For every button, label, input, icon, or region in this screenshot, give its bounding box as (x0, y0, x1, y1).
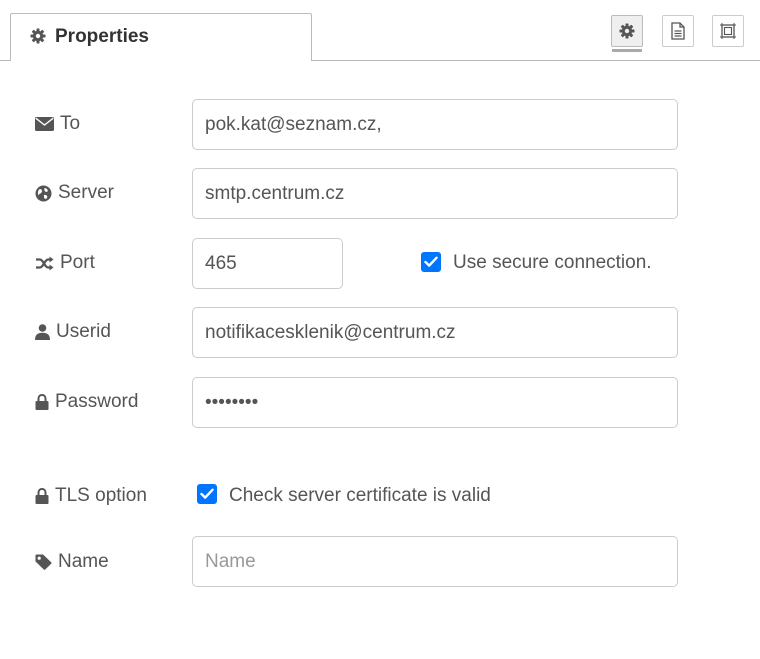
globe-icon (35, 185, 52, 201)
userid-input[interactable] (192, 307, 678, 358)
secure-connection-label: Use secure connection. (453, 252, 652, 273)
password-label: Password (35, 391, 138, 413)
tab-bar: Properties (0, 0, 760, 61)
port-label: Port (35, 252, 95, 274)
secure-connection-checkbox[interactable] (421, 252, 441, 272)
tag-icon (35, 554, 52, 570)
to-input[interactable] (192, 99, 678, 150)
checkmark-icon (424, 256, 438, 267)
lock-icon (35, 394, 49, 410)
envelope-icon (35, 117, 54, 131)
userid-label: Userid (35, 321, 111, 343)
window-frame-icon (720, 23, 736, 39)
description-view-button[interactable] (662, 15, 694, 47)
user-icon (35, 324, 50, 340)
port-input[interactable] (192, 238, 343, 289)
checkmark-icon (200, 488, 214, 499)
password-input[interactable] (192, 377, 678, 428)
appearance-view-button[interactable] (712, 15, 744, 47)
gear-icon (619, 23, 635, 39)
tls-label: TLS option (35, 485, 147, 507)
tab-label: Properties (55, 26, 149, 47)
server-input[interactable] (192, 168, 678, 219)
tls-verify-checkbox[interactable] (197, 484, 217, 504)
to-label: To (35, 113, 80, 135)
lock-icon (35, 488, 49, 504)
properties-view-button[interactable] (611, 15, 643, 52)
name-input[interactable] (192, 536, 678, 587)
document-icon (671, 22, 685, 40)
gear-icon (30, 28, 46, 44)
server-label: Server (35, 182, 114, 204)
name-label: Name (35, 551, 109, 573)
random-icon (36, 256, 54, 270)
tls-verify-label: Check server certificate is valid (229, 485, 491, 506)
tab-properties[interactable]: Properties (10, 13, 312, 61)
